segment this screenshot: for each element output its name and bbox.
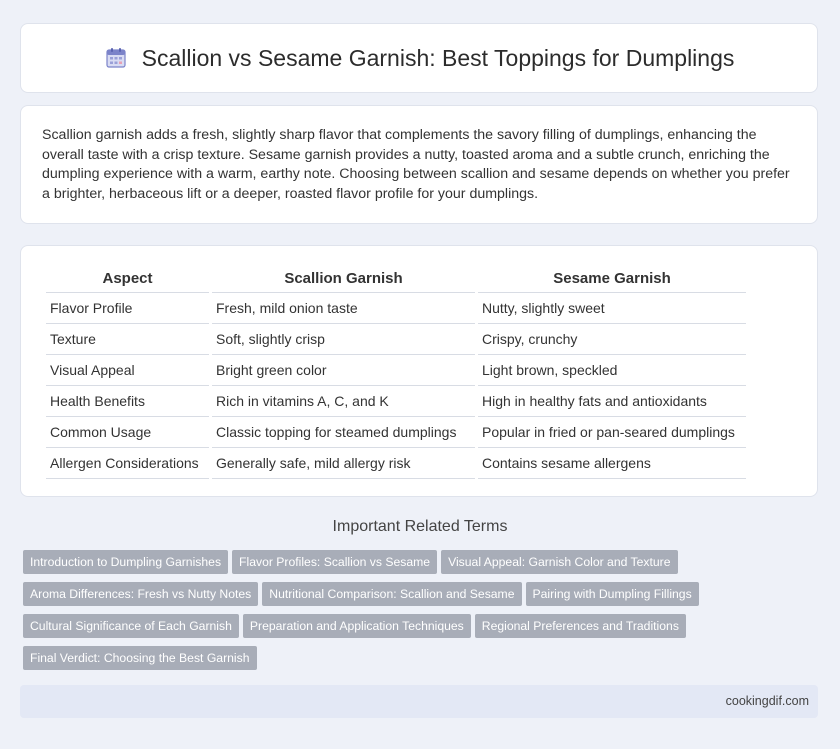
related-term-tag[interactable]: Flavor Profiles: Scallion vs Sesame [232, 550, 438, 574]
related-term-tag[interactable]: Regional Preferences and Traditions [474, 614, 686, 638]
table-cell: Flavor Profile [46, 293, 209, 324]
page-header: Scallion vs Sesame Garnish: Best Topping… [20, 23, 818, 93]
table-cell: Generally safe, mild allergy risk [212, 448, 475, 479]
table-cell: Light brown, speckled [478, 355, 746, 386]
table-cell: Bright green color [212, 355, 475, 386]
related-terms-list: Introduction to Dumpling Garnishes Flavor… [23, 550, 713, 678]
intro-text: Scallion garnish adds a fresh, slightly … [42, 127, 790, 202]
table-row: Health Benefits Rich in vitamins A, C, a… [46, 386, 746, 417]
header-scallion: Scallion Garnish [212, 265, 475, 293]
table-row: Allergen Considerations Generally safe, … [46, 448, 746, 479]
table-cell: Crispy, crunchy [478, 324, 746, 355]
intro-card: Scallion garnish adds a fresh, slightly … [20, 105, 818, 224]
related-term-tag[interactable]: Final Verdict: Choosing the Best Garnish [23, 646, 257, 670]
comparison-table: Aspect Scallion Garnish Sesame Garnish F… [43, 265, 749, 479]
table-row: Common Usage Classic topping for steamed… [46, 417, 746, 448]
header-aspect: Aspect [46, 265, 209, 293]
related-term-tag[interactable]: Nutritional Comparison: Scallion and Ses… [262, 582, 522, 606]
table-cell: Allergen Considerations [46, 448, 209, 479]
table-cell: Rich in vitamins A, C, and K [212, 386, 475, 417]
comparison-card: Aspect Scallion Garnish Sesame Garnish F… [20, 245, 818, 497]
footer-bar: cookingdif.com [20, 685, 818, 718]
related-term-tag[interactable]: Visual Appeal: Garnish Color and Texture [441, 550, 678, 574]
table-cell: High in healthy fats and antioxidants [478, 386, 746, 417]
table-row: Visual Appeal Bright green color Light b… [46, 355, 746, 386]
table-cell: Soft, slightly crisp [212, 324, 475, 355]
related-terms-title: Important Related Terms [332, 518, 508, 535]
table-cell: Texture [46, 324, 209, 355]
related-term-tag[interactable]: Preparation and Application Techniques [242, 614, 471, 638]
footer-site-link[interactable]: cookingdif.com [726, 694, 809, 708]
related-term-tag[interactable]: Introduction to Dumpling Garnishes [23, 550, 229, 574]
table-cell: Contains sesame allergens [478, 448, 746, 479]
table-cell: Nutty, slightly sweet [478, 293, 746, 324]
table-cell: Health Benefits [46, 386, 209, 417]
table-cell: Fresh, mild onion taste [212, 293, 475, 324]
table-row: Texture Soft, slightly crisp Crispy, cru… [46, 324, 746, 355]
related-term-tag[interactable]: Pairing with Dumpling Fillings [525, 582, 699, 606]
related-term-tag[interactable]: Aroma Differences: Fresh vs Nutty Notes [23, 582, 259, 606]
table-row: Flavor Profile Fresh, mild onion taste N… [46, 293, 746, 324]
calendar-icon [104, 46, 128, 70]
header-sesame: Sesame Garnish [478, 265, 746, 293]
table-cell: Common Usage [46, 417, 209, 448]
related-term-tag[interactable]: Cultural Significance of Each Garnish [23, 614, 239, 638]
table-header-row: Aspect Scallion Garnish Sesame Garnish [46, 265, 746, 293]
table-cell: Visual Appeal [46, 355, 209, 386]
table-cell: Popular in fried or pan-seared dumplings [478, 417, 746, 448]
table-cell: Classic topping for steamed dumplings [212, 417, 475, 448]
page-title: Scallion vs Sesame Garnish: Best Topping… [141, 44, 735, 71]
